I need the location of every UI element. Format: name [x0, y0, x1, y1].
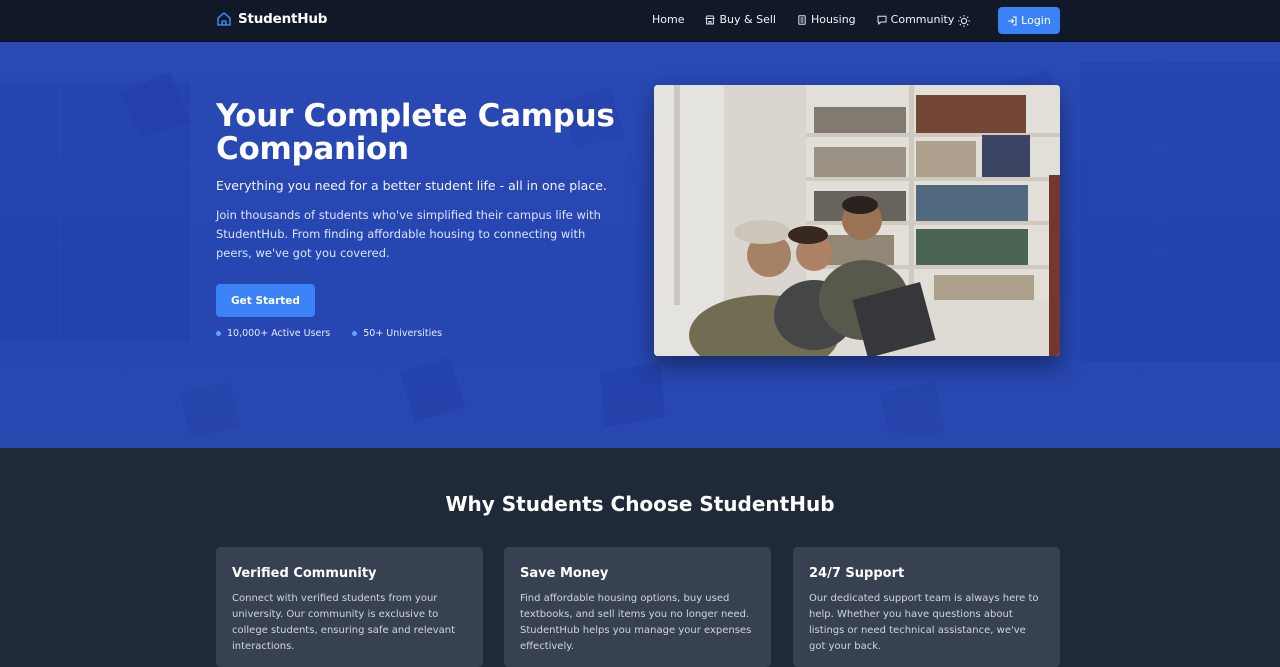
login-button[interactable]: Login — [998, 7, 1060, 34]
nav-link-home[interactable]: Home — [652, 13, 684, 26]
bullet-dot — [216, 331, 221, 336]
home-icon — [217, 12, 231, 26]
feature-card-support: 24/7 Support Our dedicated support team … — [793, 547, 1060, 667]
nav-link-housing[interactable]: Housing — [797, 13, 856, 26]
brand-logo[interactable]: StudentHub — [216, 11, 327, 27]
stat-label: 50+ Universities — [363, 328, 443, 339]
sun-icon — [958, 15, 970, 27]
hero-subtitle: Everything you need for a better student… — [216, 178, 607, 193]
features-section: Why Students Choose StudentHub Verified … — [0, 448, 1280, 667]
features-title: Why Students Choose StudentHub — [445, 492, 835, 516]
feature-card-title: Save Money — [520, 566, 609, 581]
stat-universities: 50+ Universities — [352, 328, 442, 339]
nav-link-label: Community — [890, 13, 955, 26]
nav-link-label: Housing — [810, 13, 856, 26]
hero-stats: 10,000+ Active Users 50+ Universities — [216, 328, 442, 339]
feature-card-title: Verified Community — [232, 566, 377, 581]
bullet-dot — [352, 331, 358, 336]
brand-name: StudentHub — [238, 11, 328, 27]
store-icon — [705, 15, 716, 24]
feature-card-text: Connect with verified students from your… — [232, 593, 456, 652]
feature-card-verified-community: Verified Community Connect with verified… — [216, 547, 483, 667]
feature-card-text: Find affordable housing options, buy use… — [520, 593, 752, 652]
top-navbar: StudentHub Home Buy & Sell Housing Commu… — [0, 0, 1280, 42]
hero-section: Your Complete Campus Companion Everythin… — [0, 42, 1280, 448]
theme-toggle-button[interactable] — [957, 13, 971, 27]
building-icon — [798, 14, 806, 25]
hero-background-pattern — [0, 62, 1280, 440]
stat-active-users: 10,000+ Active Users — [216, 328, 330, 339]
chat-icon — [877, 15, 887, 25]
hero-description: Join thousands of students who've simpli… — [216, 208, 601, 260]
hero-photo-students-library — [654, 85, 1060, 356]
students-photo-illustration — [654, 85, 1060, 356]
feature-card-title: 24/7 Support — [809, 566, 905, 581]
nav-link-buy-sell[interactable]: Buy & Sell — [705, 13, 776, 26]
nav-link-label: Buy & Sell — [719, 13, 776, 26]
login-icon — [1008, 15, 1017, 26]
nav-link-community[interactable]: Community — [877, 13, 955, 26]
feature-card-text: Our dedicated support team is always her… — [809, 593, 1039, 652]
feature-card-save-money: Save Money Find affordable housing optio… — [504, 547, 771, 667]
nav-link-label: Home — [652, 13, 685, 26]
get-started-button[interactable]: Get Started — [216, 284, 315, 317]
login-label: Login — [1021, 14, 1051, 27]
hero-title: Your Complete Campus Companion — [216, 98, 615, 167]
stat-label: 10,000+ Active Users — [227, 328, 331, 339]
nav-links: Home Buy & Sell Housing Community — [652, 13, 975, 26]
